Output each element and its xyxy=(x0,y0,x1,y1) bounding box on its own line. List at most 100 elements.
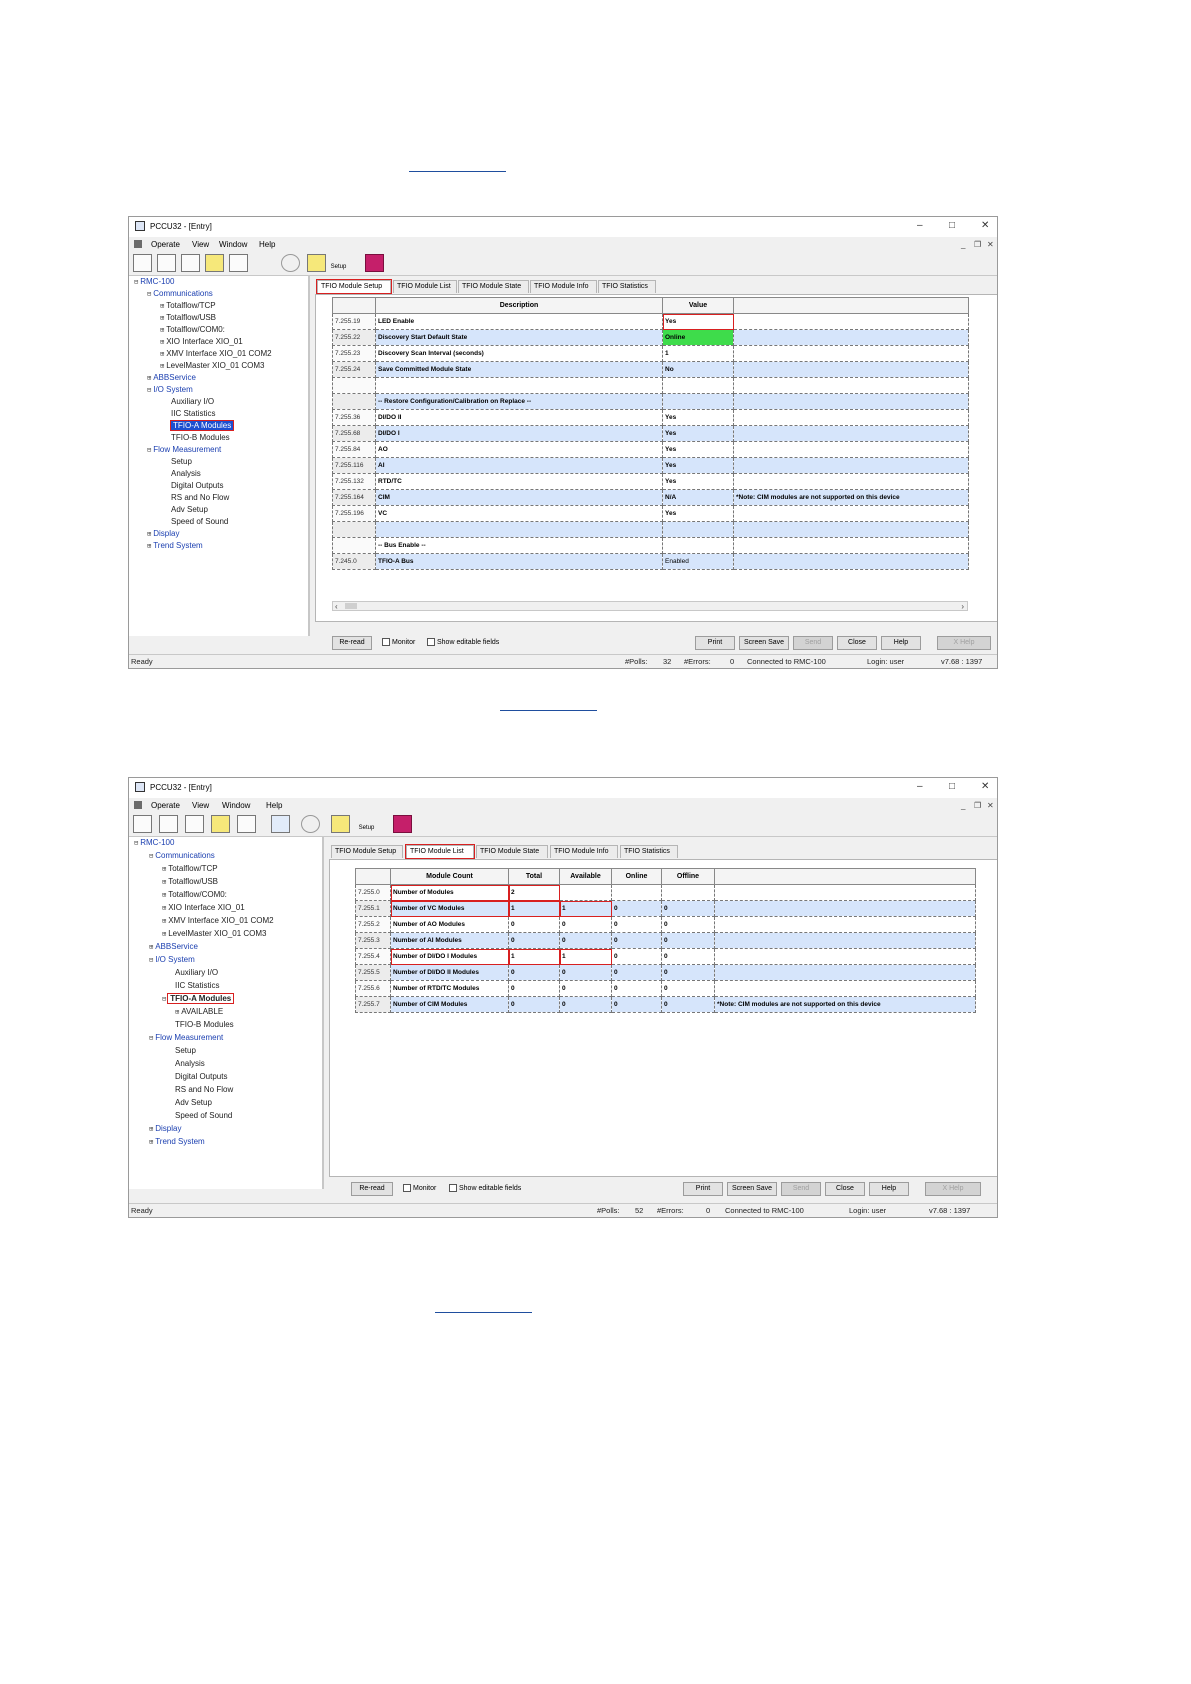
value-cell[interactable]: N/A xyxy=(662,489,734,506)
tree-item[interactable]: ⊞ ABBService xyxy=(149,942,198,951)
tree-item[interactable]: ⊟ Flow Measurement xyxy=(147,445,221,454)
tree-item[interactable]: RS and No Flow xyxy=(171,493,229,502)
value-cell[interactable]: Yes xyxy=(662,409,734,426)
tree-item[interactable]: Speed of Sound xyxy=(175,1111,232,1120)
tree-item[interactable]: ⊞ ABBService xyxy=(147,373,196,382)
tree-item[interactable]: Digital Outputs xyxy=(175,1072,227,1081)
mdi-minimize-icon[interactable]: _ xyxy=(961,240,965,249)
show-editable-checkbox[interactable]: Show editable fields xyxy=(449,1184,521,1194)
doc-link-underline[interactable] xyxy=(500,710,597,711)
tree-item[interactable]: ⊟ Communications xyxy=(147,289,213,298)
close-icon[interactable]: ✕ xyxy=(981,220,989,231)
tree-item[interactable]: ⊞ XMV Interface XIO_01 COM2 xyxy=(162,916,274,925)
tree-item[interactable]: Adv Setup xyxy=(175,1098,212,1107)
mdi-close-icon[interactable]: ✕ xyxy=(987,801,994,810)
send-button[interactable]: Send xyxy=(781,1182,821,1196)
setup-button[interactable]: Setup xyxy=(357,815,376,833)
tab-tfio-module-setup[interactable]: TFIO Module Setup xyxy=(316,279,392,294)
id-icon[interactable] xyxy=(331,815,350,833)
menu-help[interactable]: Help xyxy=(266,801,282,810)
value-cell[interactable]: Yes xyxy=(662,441,734,458)
expand-icon[interactable]: ⊞ xyxy=(162,917,166,925)
expand-icon[interactable]: ⊞ xyxy=(160,302,164,310)
expand-icon[interactable]: ⊞ xyxy=(160,314,164,322)
tree-item[interactable]: ⊞ XIO Interface XIO_01 xyxy=(162,903,245,912)
collapse-icon[interactable]: ⊟ xyxy=(149,1034,153,1042)
tab-tfio-statistics[interactable]: TFIO Statistics xyxy=(598,280,656,293)
value-cell[interactable]: Yes xyxy=(662,425,734,442)
reread-button[interactable]: Re-read xyxy=(351,1182,393,1196)
value-cell[interactable]: No xyxy=(662,361,734,378)
expand-icon[interactable]: ⊞ xyxy=(160,326,164,334)
tree-item[interactable]: IIC Statistics xyxy=(171,409,215,418)
collect-icon[interactable] xyxy=(157,254,176,272)
tree-item[interactable]: ⊞ LevelMaster XIO_01 COM3 xyxy=(160,361,264,370)
tree-item[interactable]: ⊞ Totalflow/COM0: xyxy=(162,890,227,899)
tree-item[interactable]: ⊞ XMV Interface XIO_01 COM2 xyxy=(160,349,272,358)
collapse-icon[interactable]: ⊟ xyxy=(134,278,138,286)
tab-tfio-module-setup[interactable]: TFIO Module Setup xyxy=(331,845,403,858)
tree-item[interactable]: ⊟ I/O System xyxy=(147,385,193,394)
show-editable-checkbox[interactable]: Show editable fields xyxy=(427,638,499,648)
expand-icon[interactable]: ⊞ xyxy=(162,891,166,899)
close-icon[interactable]: ✕ xyxy=(981,781,989,792)
value-cell[interactable]: Yes xyxy=(662,505,734,522)
tree-item[interactable]: Analysis xyxy=(175,1059,205,1068)
xhelp-button[interactable]: X Help xyxy=(937,636,991,650)
menu-window[interactable]: Window xyxy=(222,801,250,810)
expand-icon[interactable]: ⊞ xyxy=(147,530,151,538)
tab-tfio-module-state[interactable]: TFIO Module State xyxy=(476,845,548,858)
mdi-close-icon[interactable]: ✕ xyxy=(987,240,994,249)
monitor-checkbox[interactable]: Monitor xyxy=(382,638,415,648)
tree-root[interactable]: ⊟ RMC-100 xyxy=(134,277,174,286)
value-cell[interactable]: Yes xyxy=(662,473,734,490)
xhelp-button[interactable]: X Help xyxy=(925,1182,981,1196)
print-button[interactable]: Print xyxy=(695,636,735,650)
tree-item[interactable]: ⊞ Totalflow/TCP xyxy=(162,864,218,873)
tree-item[interactable]: Speed of Sound xyxy=(171,517,228,526)
tree-item[interactable]: ⊞ XIO Interface XIO_01 xyxy=(160,337,243,346)
maximize-icon[interactable]: □ xyxy=(949,220,955,231)
tree-item[interactable]: Auxiliary I/O xyxy=(171,397,214,406)
setup-button[interactable]: Setup xyxy=(329,254,348,272)
menu-operate[interactable]: Operate xyxy=(151,801,180,810)
tree-item[interactable]: ⊞ LevelMaster XIO_01 COM3 xyxy=(162,929,266,938)
reread-button[interactable]: Re-read xyxy=(332,636,372,650)
screen-save-button[interactable]: Screen Save xyxy=(727,1182,777,1196)
print-button[interactable]: Print xyxy=(683,1182,723,1196)
tree-item[interactable]: Digital Outputs xyxy=(171,481,223,490)
expand-icon[interactable]: ⊞ xyxy=(175,1008,179,1016)
horizontal-scrollbar[interactable]: ‹ › xyxy=(332,601,968,611)
checkbox-box[interactable] xyxy=(427,638,435,647)
tree-item[interactable]: Setup xyxy=(171,457,192,466)
help-book-icon[interactable] xyxy=(393,815,412,833)
send-button[interactable]: Send xyxy=(793,636,833,650)
entry-icon[interactable] xyxy=(181,254,200,272)
doc-link-underline[interactable] xyxy=(409,171,506,172)
tree-item-selected[interactable]: TFIO-A Modules xyxy=(169,420,235,431)
doc-link-underline[interactable] xyxy=(435,1312,532,1313)
mb-icon[interactable] xyxy=(271,815,290,833)
value-cell[interactable] xyxy=(662,377,734,394)
tree-item[interactable]: ⊞ Totalflow/USB xyxy=(160,313,216,322)
monitor-checkbox[interactable]: Monitor xyxy=(403,1184,436,1194)
settings-icon[interactable] xyxy=(301,815,320,833)
expand-icon[interactable]: ⊞ xyxy=(160,338,164,346)
tree-item[interactable]: ⊞ Totalflow/COM0: xyxy=(160,325,225,334)
minimize-icon[interactable]: – xyxy=(917,781,923,792)
collapse-icon[interactable]: ⊟ xyxy=(162,995,166,1003)
scroll-thumb[interactable] xyxy=(345,603,357,609)
value-cell[interactable] xyxy=(662,521,734,538)
value-cell[interactable]: 1 xyxy=(662,345,734,362)
checkbox-box[interactable] xyxy=(382,638,390,647)
tab-tfio-module-state[interactable]: TFIO Module State xyxy=(458,280,529,293)
tree-item[interactable]: Setup xyxy=(175,1046,196,1055)
value-cell[interactable]: Enabled xyxy=(662,553,734,570)
tree-item[interactable]: ⊞ Trend System xyxy=(149,1137,205,1146)
tree-item[interactable]: ⊞ Trend System xyxy=(147,541,203,550)
entry-icon[interactable] xyxy=(185,815,204,833)
expand-icon[interactable]: ⊞ xyxy=(162,865,166,873)
minimize-icon[interactable]: – xyxy=(917,220,923,231)
refresh-icon[interactable] xyxy=(205,254,224,272)
tree-item[interactable]: ⊞ Display xyxy=(147,529,179,538)
